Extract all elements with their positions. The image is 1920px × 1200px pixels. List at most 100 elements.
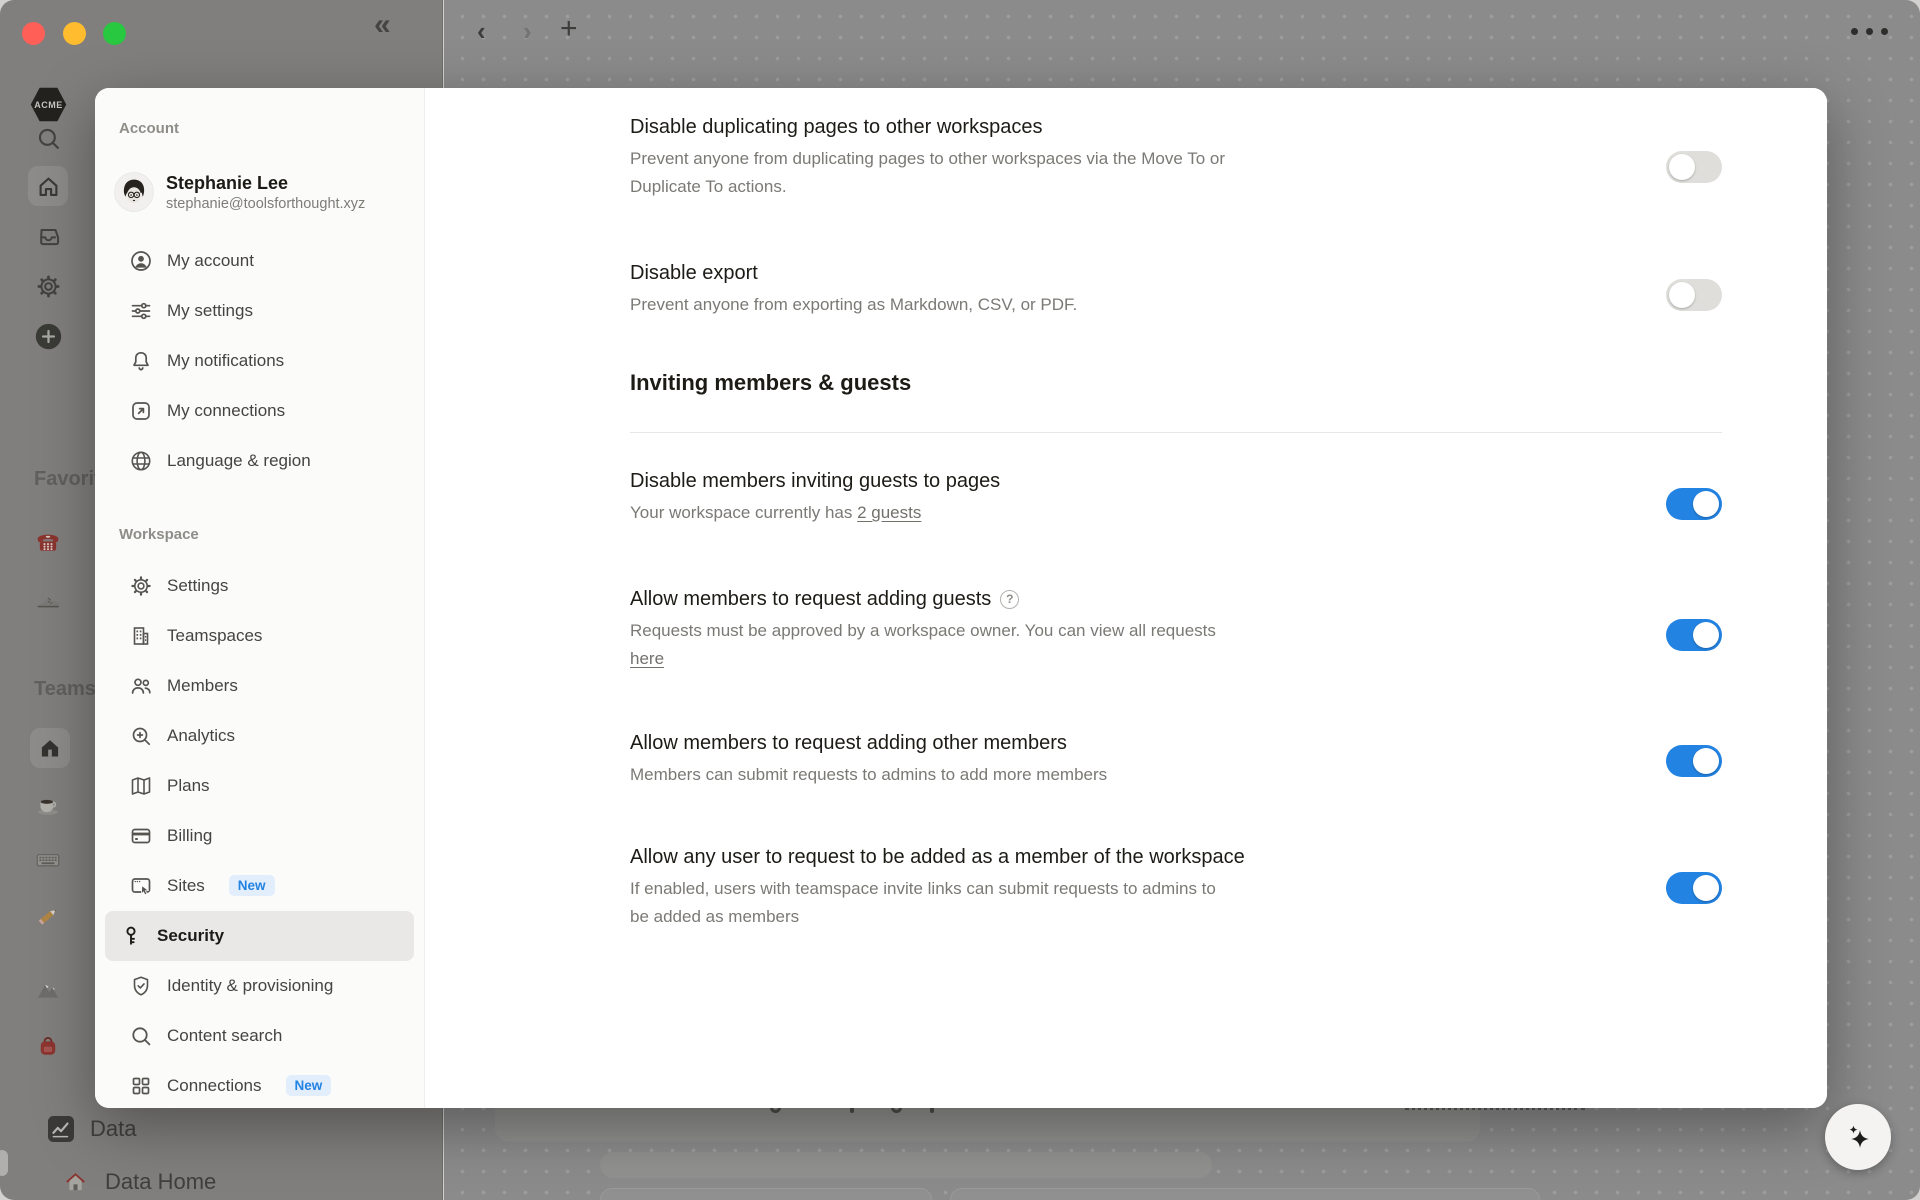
sidebar-item-label: Data [90, 1116, 136, 1142]
keyboard-icon[interactable] [34, 846, 62, 874]
credit-card-icon [129, 824, 153, 848]
nav-item-security[interactable]: Security [105, 911, 414, 961]
setting-title: Allow any user to request to be added as… [630, 842, 1722, 872]
user-name: Stephanie Lee [166, 171, 365, 195]
toggle-disable-guest-invites[interactable] [1666, 488, 1722, 520]
setting-description: Members can submit requests to admins to… [630, 761, 1460, 789]
sidebar-collapse-icon[interactable]: « [374, 8, 391, 42]
setting-row-disable-export: Disable export Prevent anyone from expor… [630, 258, 1722, 319]
minimize-window-button[interactable] [63, 22, 86, 45]
data-chart-icon [48, 1116, 74, 1142]
user-email: stephanie@toolsforthought.xyz [166, 195, 365, 214]
background-fragment [0, 1150, 8, 1176]
nav-item-my-connections[interactable]: My connections [105, 386, 414, 436]
globe-icon [129, 449, 153, 473]
requests-here-link[interactable]: here [630, 649, 664, 668]
setting-description: Prevent anyone from exporting as Markdow… [630, 291, 1460, 319]
sidebar-item-data[interactable]: Data [48, 1116, 136, 1142]
setting-row-request-guests: Allow members to request adding guests? … [630, 584, 1722, 673]
backpack-icon[interactable] [34, 1032, 62, 1060]
nav-item-my-account[interactable]: My account [105, 236, 414, 286]
settings-nav: Account Stephanie Lee stephanie@toolsfor… [95, 88, 425, 1108]
background-card [950, 1188, 1540, 1200]
nav-item-language-region[interactable]: Language & region [105, 436, 414, 486]
nav-item-plans[interactable]: Plans [105, 761, 414, 811]
nav-item-sites[interactable]: Sites New [105, 861, 414, 911]
background-card [600, 1188, 932, 1200]
shield-check-icon [129, 974, 153, 998]
nav-item-connections[interactable]: Connections New [105, 1061, 414, 1108]
setting-title: Allow members to request adding guests? [630, 584, 1722, 614]
magnifier-icon [129, 1024, 153, 1048]
section-heading-inviting: Inviting members & guests [630, 370, 911, 396]
coffee-icon[interactable] [34, 790, 62, 818]
people-icon [129, 674, 153, 698]
grid-icon [129, 1074, 153, 1098]
telephone-icon[interactable] [34, 528, 62, 556]
toggle-disable-export[interactable] [1666, 279, 1722, 311]
home-icon[interactable] [28, 166, 68, 206]
back-arrow-icon[interactable]: ‹ [477, 16, 486, 47]
nav-item-my-settings[interactable]: My settings [105, 286, 414, 336]
setting-row-disable-guest-invites: Disable members inviting guests to pages… [630, 466, 1722, 527]
nav-item-identity-provisioning[interactable]: Identity & provisioning [105, 961, 414, 1011]
toggle-disable-duplicating[interactable] [1666, 151, 1722, 183]
section-divider [630, 432, 1722, 433]
teamspace-home-icon[interactable] [30, 728, 70, 768]
nav-item-teamspaces[interactable]: Teamspaces [105, 611, 414, 661]
account-section-header: Account [95, 120, 424, 140]
setting-row-request-members: Allow members to request adding other me… [630, 728, 1722, 789]
settings-gear-icon[interactable] [28, 266, 68, 306]
user-profile-row[interactable]: Stephanie Lee stephanie@toolsforthought.… [115, 164, 424, 220]
close-window-button[interactable] [22, 22, 45, 45]
new-tab-plus-icon[interactable]: + [560, 12, 578, 46]
person-circle-icon [129, 249, 153, 273]
setting-description: If enabled, users with teamspace invite … [630, 875, 1460, 931]
toggle-request-guests[interactable] [1666, 619, 1722, 651]
magnifier-plus-icon [129, 724, 153, 748]
setting-title: Disable duplicating pages to other works… [630, 112, 1722, 142]
guests-count-link[interactable]: 2 guests [857, 503, 921, 522]
setting-row-disable-duplicating: Disable duplicating pages to other works… [630, 112, 1722, 201]
ai-assistant-button[interactable] [1825, 1104, 1891, 1170]
search-icon[interactable] [28, 118, 68, 158]
setting-title: Allow members to request adding other me… [630, 728, 1722, 758]
inbox-icon[interactable] [28, 216, 68, 256]
nav-item-analytics[interactable]: Analytics [105, 711, 414, 761]
browser-cursor-icon [129, 874, 153, 898]
sidebar-item-data-home[interactable]: Data Home [62, 1168, 216, 1195]
new-badge: New [229, 875, 275, 896]
sidebar-item-label: Data Home [105, 1169, 216, 1195]
new-page-plus-icon[interactable] [28, 316, 68, 356]
more-options-icon[interactable] [1851, 28, 1888, 35]
nav-item-settings[interactable]: Settings [105, 561, 414, 611]
app-window: « ACME Favorites [0, 0, 1920, 1200]
mountain-icon[interactable] [34, 976, 62, 1004]
forward-arrow-icon[interactable]: › [523, 16, 532, 47]
nav-item-content-search[interactable]: Content search [105, 1011, 414, 1061]
security-settings-panel: Disable duplicating pages to other works… [425, 88, 1827, 1108]
workspace-section-header: Workspace [95, 526, 424, 546]
setting-description: Your workspace currently has 2 guests [630, 499, 1460, 527]
sneaker-icon[interactable] [34, 586, 62, 614]
pencil-icon[interactable] [34, 902, 62, 930]
help-icon[interactable]: ? [1000, 590, 1019, 609]
sliders-icon [129, 299, 153, 323]
nav-item-billing[interactable]: Billing [105, 811, 414, 861]
toggle-request-members[interactable] [1666, 745, 1722, 777]
workspace-nav-list: Settings Teamspaces Members Analytics Pl… [95, 561, 424, 1108]
gear-icon [129, 574, 153, 598]
new-badge: New [286, 1075, 332, 1096]
data-home-house-icon [62, 1168, 89, 1195]
nav-item-members[interactable]: Members [105, 661, 414, 711]
background-card [600, 1152, 1212, 1178]
bell-icon [129, 349, 153, 373]
setting-title: Disable export [630, 258, 1722, 288]
sparkle-icon [1841, 1120, 1875, 1154]
settings-dialog: Account Stephanie Lee stephanie@toolsfor… [95, 88, 1827, 1108]
zoom-window-button[interactable] [103, 22, 126, 45]
toggle-any-user-request[interactable] [1666, 872, 1722, 904]
nav-item-my-notifications[interactable]: My notifications [105, 336, 414, 386]
setting-description: Prevent anyone from duplicating pages to… [630, 145, 1460, 201]
workspace-logo[interactable]: ACME [30, 87, 67, 122]
